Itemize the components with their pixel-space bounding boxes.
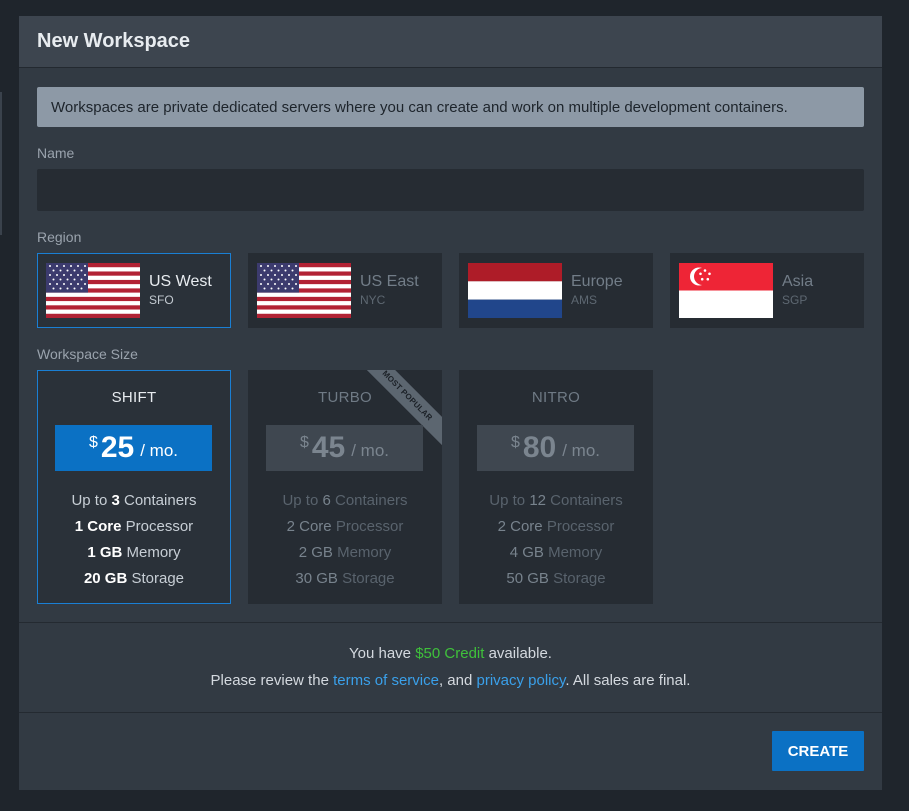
spec-memory: 4 GB Memory [509,544,603,561]
modal-header: New Workspace [19,16,882,68]
netherlands-flag-icon [468,263,562,318]
region-name: US West [149,273,212,290]
singapore-flag-icon [679,263,773,318]
price-box: $ 25 / mo. [55,425,212,471]
size-option-shift[interactable]: SHIFT $ 25 / mo. Up to 3 Containers 1 Co… [37,370,231,604]
info-text: Workspaces are private dedicated servers… [51,98,788,116]
actions-divider [19,712,882,713]
terms-text: Please review the terms of service, and … [210,672,691,689]
spec-storage: 30 GB Storage [295,570,395,587]
info-banner: Workspaces are private dedicated servers… [37,87,864,127]
modal-title: New Workspace [37,30,191,52]
plan-name: NITRO [531,389,581,406]
spec-list: Up to 6 Containers 2 Core Processor 2 GB… [248,488,442,592]
price-unit: / mo. [140,441,179,460]
region-label: Region [37,229,82,245]
credit-amount: $50 Credit [415,645,485,662]
price-amount: 80 [522,431,557,464]
spec-list: Up to 12 Containers 2 Core Processor 4 G… [459,488,653,592]
region-option-europe[interactable]: Europe AMS [459,253,653,328]
us-flag-icon [46,263,140,318]
spec-memory: 2 GB Memory [298,544,392,561]
price-box: $ 80 / mo. [477,425,634,471]
workspace-size-label: Workspace Size [37,346,138,362]
price-amount: 25 [100,431,135,464]
size-option-turbo[interactable]: MOST POPULAR TURBO $ 45 / mo. Up to 6 Co… [248,370,442,604]
us-flag-icon [257,263,351,318]
backdrop-edge [0,92,2,235]
new-workspace-modal: New Workspace Workspaces are private ded… [19,16,882,790]
price-currency: $ [510,434,520,451]
price-box: $ 45 / mo. [266,425,423,471]
spec-list: Up to 3 Containers 1 Core Processor 1 GB… [38,488,230,592]
spec-processor: 2 Core Processor [497,518,615,535]
region-option-us-east[interactable]: US East NYC [248,253,442,328]
spec-memory: 1 GB Memory [87,544,181,561]
region-name: Europe [571,273,623,290]
price-unit: / mo. [562,441,601,460]
spec-processor: 2 Core Processor [286,518,404,535]
spec-processor: 1 Core Processor [74,518,194,535]
plan-name: TURBO [318,389,372,406]
region-code: AMS [571,293,598,307]
privacy-policy-link[interactable]: privacy policy [476,672,565,689]
price-amount: 45 [311,431,346,464]
price-currency: $ [299,434,309,451]
terms-of-service-link[interactable]: terms of service [333,672,439,689]
credit-text: You have $50 Credit available. [349,645,552,662]
region-code: SGP [782,293,808,307]
name-label: Name [37,145,75,161]
plan-name: SHIFT [111,389,157,406]
price-unit: / mo. [351,441,390,460]
spec-containers: Up to 3 Containers [71,492,197,509]
region-option-asia[interactable]: Asia SGP [670,253,864,328]
spec-storage: 50 GB Storage [506,570,606,587]
footer-divider [19,622,882,623]
region-option-us-west[interactable]: US West SFO [37,253,231,328]
price-currency: $ [88,434,98,451]
spec-storage: 20 GB Storage [83,570,185,587]
region-name: US East [360,273,419,290]
region-code: SFO [149,293,174,307]
spec-containers: Up to 12 Containers [489,492,623,509]
spec-containers: Up to 6 Containers [282,492,408,509]
region-name: Asia [782,273,814,290]
size-option-nitro[interactable]: NITRO $ 80 / mo. Up to 12 Containers 2 C… [459,370,653,604]
create-button[interactable]: CREATE [772,731,864,771]
name-input[interactable] [37,169,864,211]
region-code: NYC [360,293,386,307]
